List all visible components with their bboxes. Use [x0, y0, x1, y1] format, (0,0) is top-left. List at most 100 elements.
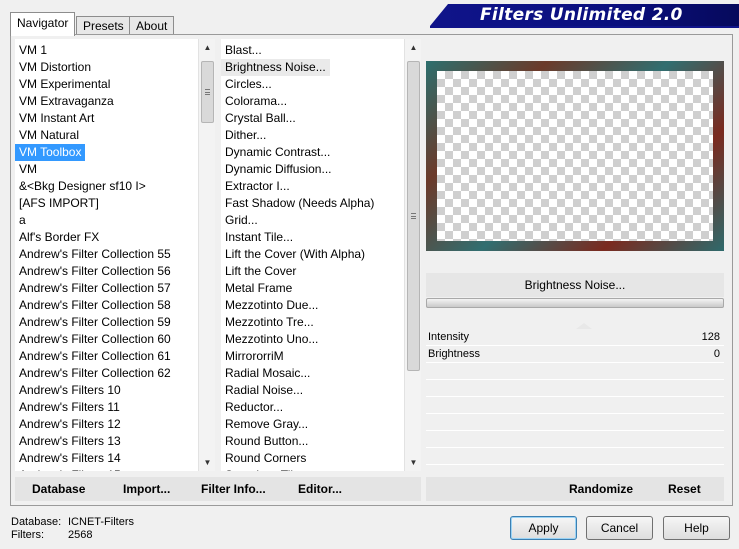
scroll-down-arrow-icon[interactable]: ▼ — [199, 454, 215, 471]
category-item[interactable]: Andrew's Filter Collection 61 — [15, 348, 197, 365]
database-label: Database: — [11, 516, 62, 528]
filter-item-label: Mezzotinto Due... — [225, 298, 319, 312]
category-item[interactable]: VM Instant Art — [15, 110, 197, 127]
filter-info-button[interactable]: Filter Info... — [201, 477, 266, 501]
category-item[interactable]: Andrew's Filter Collection 62 — [15, 365, 197, 382]
category-list[interactable]: VM 1 VM Distortion VM Experimental VM Extra… — [15, 39, 215, 471]
filter-item[interactable]: Seamless Tile... — [221, 467, 403, 471]
filter-item[interactable]: Mezzotinto Tre... — [221, 314, 403, 331]
filter-item[interactable]: Fast Shadow (Needs Alpha) — [221, 195, 403, 212]
category-item-label: VM Experimental — [19, 77, 111, 91]
apply-button[interactable]: Apply — [510, 516, 577, 540]
category-item[interactable]: a — [15, 212, 197, 229]
category-item-label: Andrew's Filter Collection 62 — [19, 366, 171, 380]
filter-item-label: MirrororriM — [225, 349, 284, 363]
filter-item[interactable]: Blast... — [221, 42, 403, 59]
randomize-button[interactable]: Randomize — [569, 477, 633, 501]
filter-item-label: Brightness Noise... — [221, 59, 330, 76]
filter-item[interactable]: Remove Gray... — [221, 416, 403, 433]
category-item[interactable]: Andrew's Filters 10 — [15, 382, 197, 399]
category-item-label: Andrew's Filter Collection 60 — [19, 332, 171, 346]
filter-scroll-thumb[interactable] — [407, 61, 420, 371]
filter-item[interactable]: Extractor I... — [221, 178, 403, 195]
category-item[interactable]: Andrew's Filter Collection 59 — [15, 314, 197, 331]
filter-item-label: Lift the Cover — [225, 264, 297, 278]
category-item[interactable]: VM 1 — [15, 42, 197, 59]
category-scrollbar[interactable]: ▲ ▼ — [198, 39, 215, 471]
category-item[interactable]: Andrew's Filter Collection 57 — [15, 280, 197, 297]
category-item[interactable]: Andrew's Filter Collection 60 — [15, 331, 197, 348]
category-scroll-thumb[interactable] — [201, 61, 214, 123]
filter-item[interactable]: Round Button... — [221, 433, 403, 450]
filter-item[interactable]: Lift the Cover — [221, 263, 403, 280]
category-item[interactable]: Andrew's Filters 11 — [15, 399, 197, 416]
filter-item[interactable]: Mezzotinto Uno... — [221, 331, 403, 348]
scroll-up-arrow-icon[interactable]: ▲ — [199, 39, 215, 56]
scroll-up-arrow-icon[interactable]: ▲ — [405, 39, 421, 56]
category-item[interactable]: VM Distortion — [15, 59, 197, 76]
filter-item-label: Reductor... — [225, 400, 284, 414]
category-item-label: VM Natural — [19, 128, 80, 142]
filter-item[interactable]: Round Corners — [221, 450, 403, 467]
filter-item[interactable]: MirrororriM — [221, 348, 403, 365]
tab-presets[interactable]: Presets — [76, 16, 131, 35]
filter-item[interactable]: Colorama... — [221, 93, 403, 110]
filter-item-label: Grid... — [225, 213, 258, 227]
category-item-label: VM 1 — [19, 43, 48, 57]
database-value: ICNET-Filters — [68, 516, 134, 528]
category-item[interactable]: [AFS IMPORT] — [15, 195, 197, 212]
filter-item[interactable]: Radial Noise... — [221, 382, 403, 399]
filter-list[interactable]: Blast... Brightness Noise... Circles... Col… — [221, 39, 421, 471]
category-item-label: Andrew's Filters 11 — [19, 400, 120, 414]
param-empty-row — [426, 380, 724, 397]
category-item[interactable]: VM Toolbox — [15, 144, 197, 161]
category-item[interactable]: Andrew's Filter Collection 56 — [15, 263, 197, 280]
category-item[interactable]: &<Bkg Designer sf10 I> — [15, 178, 197, 195]
filter-item[interactable]: Crystal Ball... — [221, 110, 403, 127]
filter-item[interactable]: Lift the Cover (With Alpha) — [221, 246, 403, 263]
scroll-down-arrow-icon[interactable]: ▼ — [405, 454, 421, 471]
category-item[interactable]: Alf's Border FX — [15, 229, 197, 246]
parameter-slider[interactable] — [426, 298, 724, 308]
param-intensity[interactable]: Intensity 128 — [426, 329, 724, 346]
category-item[interactable]: VM Experimental — [15, 76, 197, 93]
filters-count-value: 2568 — [68, 529, 93, 541]
filter-item-label: Extractor I... — [225, 179, 290, 193]
filter-item[interactable]: Dynamic Diffusion... — [221, 161, 403, 178]
filter-item-label: Dynamic Diffusion... — [225, 162, 332, 176]
editor-button[interactable]: Editor... — [298, 477, 342, 501]
filter-item[interactable]: Circles... — [221, 76, 403, 93]
category-item[interactable]: Andrew's Filters 12 — [15, 416, 197, 433]
filter-item[interactable]: Metal Frame — [221, 280, 403, 297]
category-item[interactable]: Andrew's Filters 14 — [15, 450, 197, 467]
filter-scrollbar[interactable]: ▲ ▼ — [404, 39, 421, 471]
filter-item[interactable]: Brightness Noise... — [221, 59, 403, 76]
category-item[interactable]: VM Extravaganza — [15, 93, 197, 110]
filter-item[interactable]: Dither... — [221, 127, 403, 144]
category-item[interactable]: Andrew's Filters 15 — [15, 467, 197, 471]
cancel-button[interactable]: Cancel — [586, 516, 653, 540]
filter-item[interactable]: Mezzotinto Due... — [221, 297, 403, 314]
category-item-label: Andrew's Filters 15 — [15, 467, 125, 471]
help-button[interactable]: Help — [663, 516, 730, 540]
category-item[interactable]: Andrew's Filters 13 — [15, 433, 197, 450]
filter-item-label: Circles... — [225, 77, 272, 91]
import-button[interactable]: Import... — [123, 477, 170, 501]
category-item-label: Andrew's Filter Collection 61 — [19, 349, 171, 363]
category-item[interactable]: Andrew's Filter Collection 55 — [15, 246, 197, 263]
filter-item[interactable]: Radial Mosaic... — [221, 365, 403, 382]
filter-item[interactable]: Instant Tile... — [221, 229, 403, 246]
category-item[interactable]: Andrew's Filter Collection 58 — [15, 297, 197, 314]
tab-navigator[interactable]: Navigator — [10, 12, 76, 36]
filter-item[interactable]: Dynamic Contrast... — [221, 144, 403, 161]
category-item-label: VM — [19, 162, 37, 176]
filter-item[interactable]: Grid... — [221, 212, 403, 229]
tab-about[interactable]: About — [129, 16, 175, 35]
param-brightness[interactable]: Brightness 0 — [426, 346, 724, 363]
database-button[interactable]: Database — [32, 477, 85, 501]
filter-item[interactable]: Reductor... — [221, 399, 403, 416]
reset-button[interactable]: Reset — [668, 477, 701, 501]
category-item[interactable]: VM Natural — [15, 127, 197, 144]
category-item[interactable]: VM — [15, 161, 197, 178]
category-list-items: VM 1 VM Distortion VM Experimental VM Extra… — [15, 42, 197, 471]
